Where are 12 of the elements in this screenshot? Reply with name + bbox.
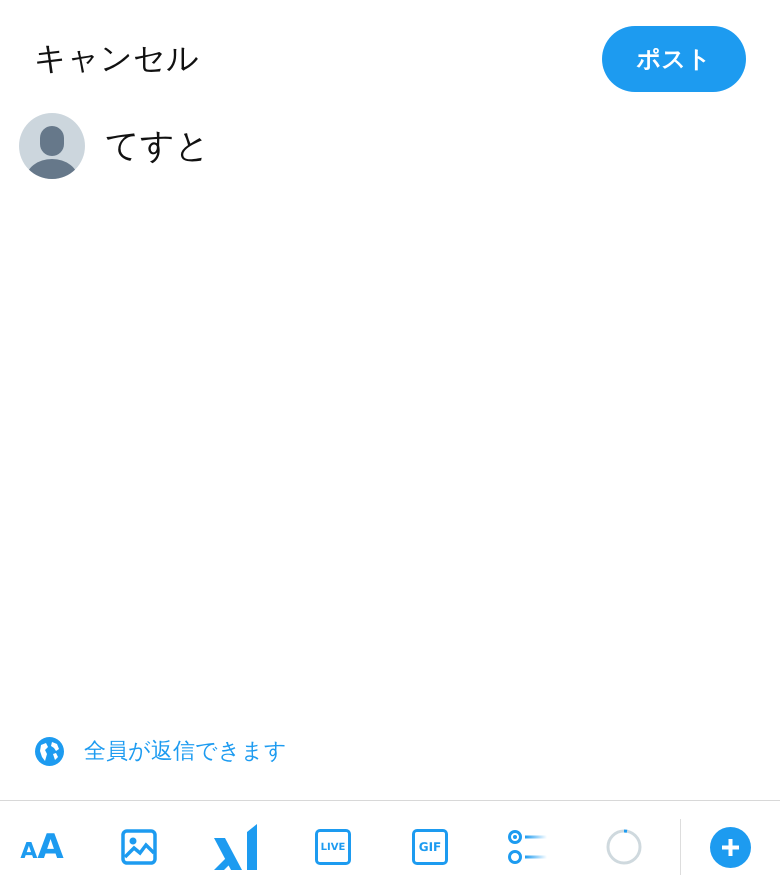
compose-field[interactable]: てすと bbox=[105, 123, 210, 169]
cancel-button[interactable]: キャンセル bbox=[34, 37, 199, 81]
boxed-label-button[interactable]: GIF bbox=[388, 817, 472, 877]
post-button[interactable]: ポスト bbox=[602, 26, 746, 92]
plus-icon bbox=[710, 826, 751, 868]
text-size-button[interactable]: AA bbox=[0, 817, 84, 877]
boxed-label-button[interactable]: LIVE bbox=[291, 817, 375, 877]
reply-setting[interactable]: 全員が返信できます bbox=[0, 736, 287, 800]
poll-icon bbox=[507, 829, 547, 865]
slash-icon bbox=[214, 824, 258, 870]
image-icon bbox=[121, 829, 157, 865]
globe-icon bbox=[35, 736, 64, 766]
